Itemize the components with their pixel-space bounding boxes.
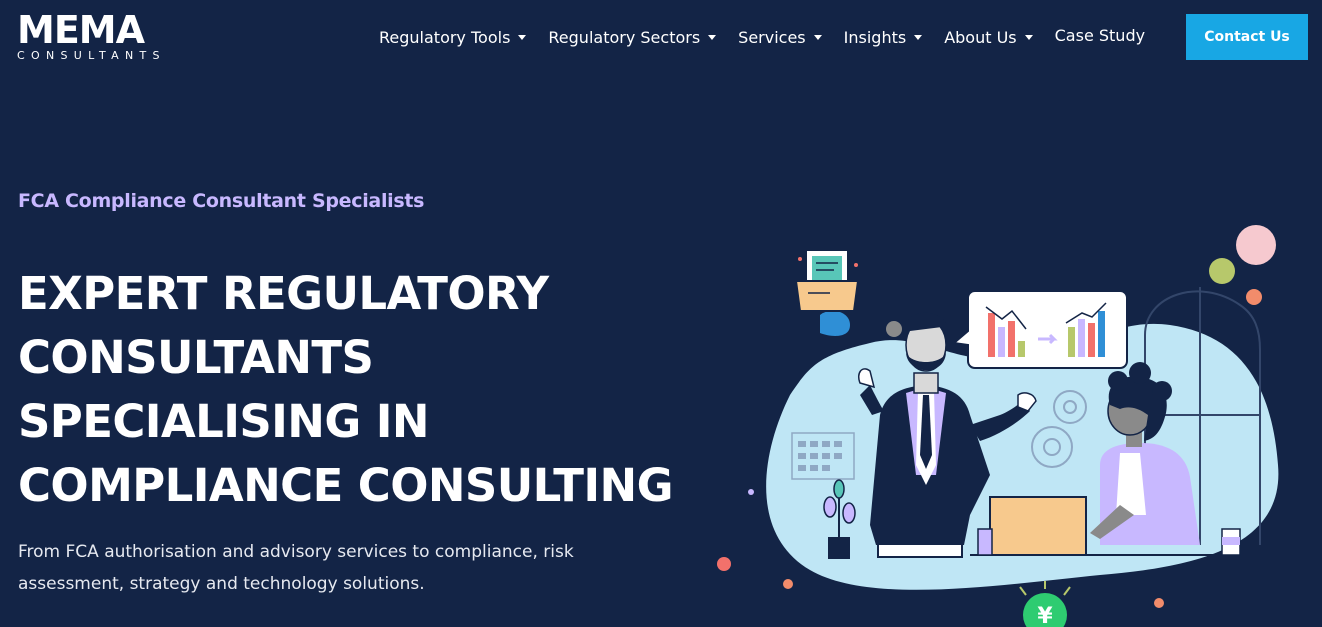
decor-dot-red <box>717 557 731 571</box>
decor-dot-green <box>1209 258 1235 284</box>
site-header: MEMA CONSULTANTS Regulatory Tools Regula… <box>0 0 1322 74</box>
logo-mark: MEMA <box>17 8 145 52</box>
hero-subtitle-line: assessment, strategy and technology solu… <box>18 574 425 594</box>
logo-subtitle: CONSULTANTS <box>17 49 166 62</box>
hero-title-line: CONSULTANTS <box>18 331 374 384</box>
decor-dot-orange <box>1154 598 1164 608</box>
nav-item-services[interactable]: Services <box>738 27 822 47</box>
nav-item-insights[interactable]: Insights <box>844 28 923 47</box>
laptop-icon <box>989 496 1087 556</box>
nav-item-about-us[interactable]: About Us <box>944 27 1033 47</box>
hero-title-line: COMPLIANCE CONSULTING <box>18 459 674 512</box>
yen-coin-icon: ¥ <box>1019 581 1071 627</box>
coin-symbol: ¥ <box>1037 604 1053 627</box>
document-folder-icon <box>794 249 860 336</box>
decor-dot-pink <box>1236 225 1276 265</box>
brand-logo[interactable]: MEMA CONSULTANTS <box>17 8 193 63</box>
nav-item-case-study[interactable]: Case Study <box>1055 26 1145 45</box>
hero-subtitle: From FCA authorisation and advisory serv… <box>18 536 658 600</box>
nav-item-label: Regulatory Tools <box>379 27 511 47</box>
contact-us-button[interactable]: Contact Us <box>1186 14 1308 60</box>
chevron-down-icon <box>518 34 527 40</box>
chevron-down-icon <box>813 34 822 40</box>
nav-item-regulatory-sectors[interactable]: Regulatory Sectors <box>548 27 717 47</box>
hero-subtitle-line: From FCA authorisation and advisory serv… <box>18 542 574 562</box>
chevron-down-icon <box>1024 34 1033 40</box>
nav-item-label: Services <box>738 27 806 47</box>
nav-item-label: Insights <box>843 27 907 47</box>
hero-eyebrow: FCA Compliance Consultant Specialists <box>18 190 425 212</box>
hero-title-line: EXPERT REGULATORY <box>18 267 549 320</box>
nav-item-regulatory-tools[interactable]: Regulatory Tools <box>379 27 527 47</box>
decor-dot-orange <box>1246 289 1262 305</box>
nav-item-label: Regulatory Sectors <box>548 27 701 47</box>
chart-speech-bubble <box>951 290 1128 369</box>
hero-title: EXPERT REGULATORY CONSULTANTS SPECIALISI… <box>18 262 718 518</box>
main-nav: Regulatory Tools Regulatory Sectors Serv… <box>379 0 1167 74</box>
chevron-down-icon <box>914 34 923 40</box>
chevron-down-icon <box>708 34 717 40</box>
nav-item-label: About Us <box>944 27 1017 47</box>
hero-illustration: ¥ <box>717 225 1280 627</box>
hero-title-line: SPECIALISING IN <box>18 395 430 448</box>
decor-dot-lilac <box>748 489 754 495</box>
decor-dot-orange <box>783 579 793 589</box>
nav-item-label: Case Study <box>1054 26 1146 45</box>
